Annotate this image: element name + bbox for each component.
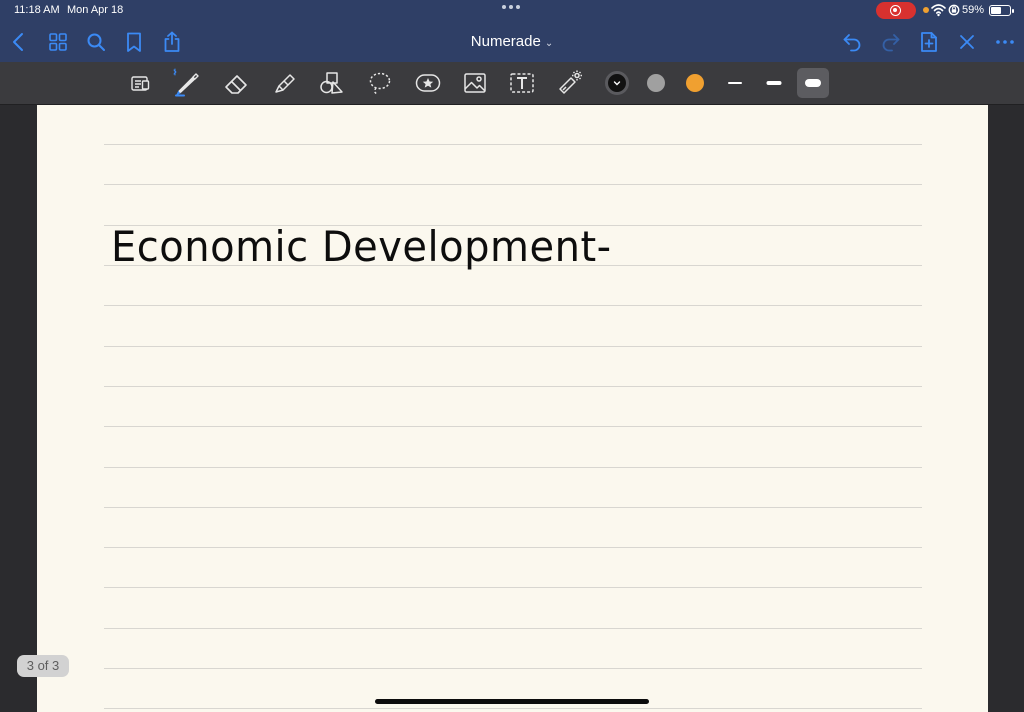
notebook-page[interactable]: Economic Development- [37,105,988,712]
add-page-icon[interactable] [917,30,941,54]
lasso-icon[interactable] [365,68,395,98]
page-counter: 3 of 3 [17,655,69,677]
mic-in-use-dot-icon [923,7,929,13]
text-box-icon[interactable] [507,68,537,98]
wifi-icon [931,4,946,17]
chevron-down-icon: ⌄ [544,38,554,49]
ruled-line [104,587,922,588]
laser-pointer-icon[interactable] [555,68,585,98]
undo-icon[interactable] [840,30,864,54]
sticker-icon[interactable] [413,68,443,98]
chevron-down-icon [613,81,621,86]
multitasking-dots-icon[interactable] [502,5,520,9]
battery-percent: 59% [962,4,985,16]
navigation-bar: Numerade ⌄ [0,22,1024,62]
read-mode-icon[interactable] [125,68,155,98]
shapes-icon[interactable] [316,68,346,98]
drawing-toolbar [0,62,1024,105]
ruled-line [104,628,922,629]
ruled-line [104,386,922,387]
color-gray-swatch[interactable] [647,74,665,92]
home-indicator[interactable] [375,699,649,704]
ruled-line [104,144,922,145]
status-date: Mon Apr 18 [67,4,124,16]
record-icon [890,5,901,16]
document-title[interactable]: Numerade ⌄ [0,33,1024,50]
close-icon[interactable] [955,30,979,54]
status-bar: 11:18 AM Mon Apr 18 59% [0,0,1024,22]
ruled-line [104,668,922,669]
ruled-line [104,305,922,306]
ruled-line [104,426,922,427]
pen-icon[interactable] [172,68,202,98]
ruled-line [104,507,922,508]
handwritten-heading: Economic Development- [111,223,612,272]
stroke-thick-option[interactable] [797,68,829,98]
battery-icon [989,5,1014,16]
highlighter-icon[interactable] [270,68,300,98]
screen-recording-indicator[interactable] [876,2,916,19]
ruled-line [104,467,922,468]
ruled-line [104,547,922,548]
eraser-icon[interactable] [221,68,251,98]
redo-icon[interactable] [879,30,903,54]
ruled-line [104,346,922,347]
image-icon[interactable] [460,68,490,98]
color-orange-swatch[interactable] [686,74,704,92]
orientation-lock-icon [948,4,960,16]
stroke-medium-option[interactable] [758,68,790,98]
goodnotes-screen: 11:18 AM Mon Apr 18 59% Numerade ⌄ Econo… [0,0,1024,712]
more-icon[interactable] [993,30,1017,54]
color-black-swatch[interactable] [605,71,629,95]
status-time: 11:18 AM [14,4,60,16]
document-title-text: Numerade [470,33,541,50]
ruled-line [104,184,922,185]
stroke-thin-option[interactable] [719,68,751,98]
ruled-line [104,708,922,709]
